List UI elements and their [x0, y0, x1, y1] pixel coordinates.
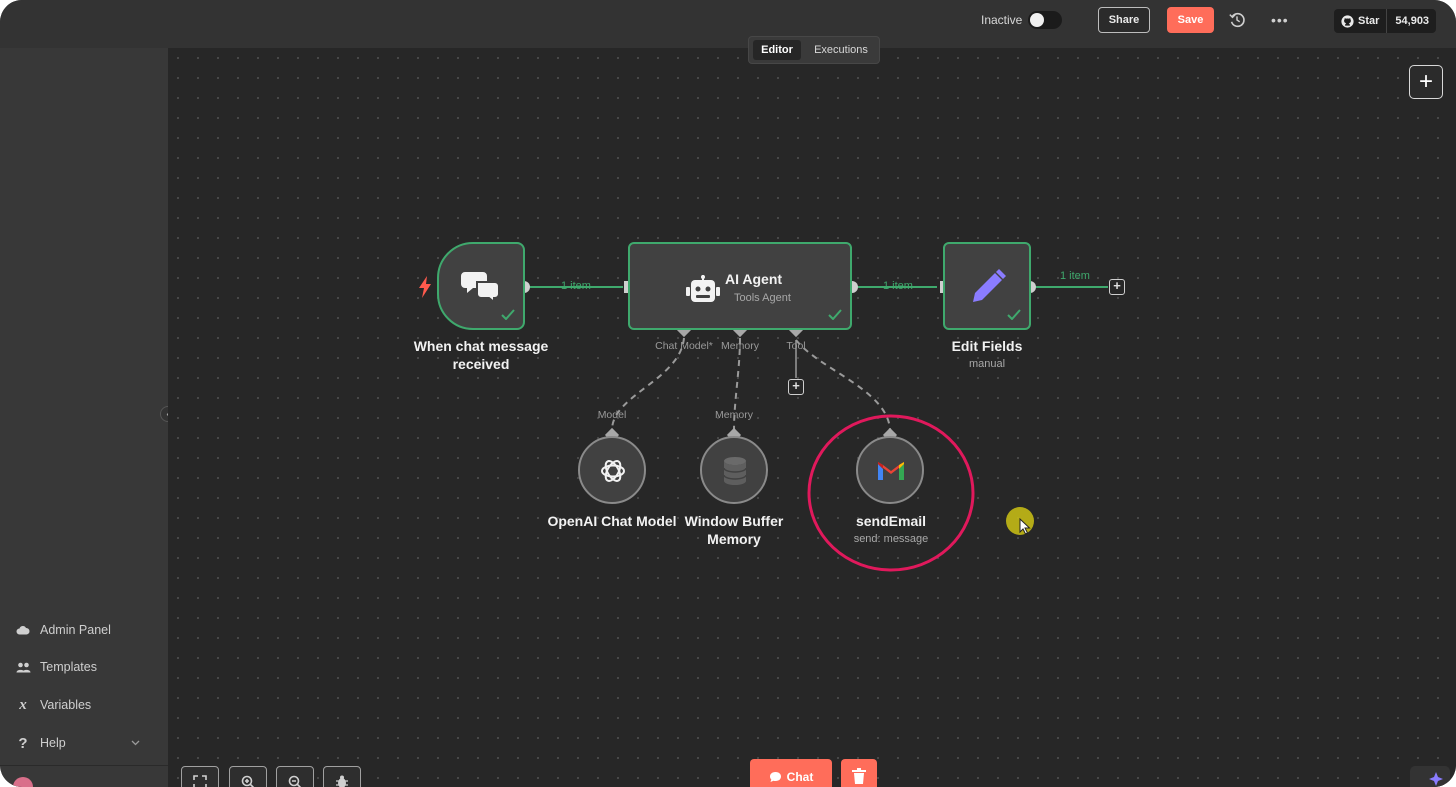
trash-icon [852, 768, 866, 784]
edge-label: 1 item [883, 280, 913, 292]
node-window-buffer-memory[interactable] [700, 436, 768, 504]
robot-icon [686, 275, 720, 302]
node-label: When chat message received [413, 338, 549, 372]
chat-bubbles-icon [461, 272, 500, 302]
openai-icon [601, 460, 625, 482]
node-label: Window Buffer Memory [684, 513, 784, 547]
chat-icon [769, 772, 781, 782]
connections-layer [518, 281, 1108, 572]
add-tool-button[interactable]: + [788, 379, 804, 395]
sparkle-icon[interactable] [1410, 766, 1450, 787]
bug-icon [336, 775, 348, 787]
success-check-icon [501, 309, 515, 320]
node-ai-agent[interactable]: AI Agent Tools Agent [628, 242, 852, 330]
node-subtitle: manual [968, 358, 1006, 370]
node-edit-fields[interactable] [943, 242, 1031, 330]
chat-button-label: Chat [786, 770, 814, 784]
edge-label: 1 item [1060, 270, 1090, 282]
trigger-bolt-icon [419, 276, 431, 298]
node-label: OpenAI Chat Model [547, 513, 677, 529]
node-subtitle: send: message [853, 533, 929, 545]
success-check-icon [1007, 309, 1021, 320]
fit-view-icon [193, 775, 207, 787]
node-title: AI Agent [725, 271, 783, 287]
sub-input-label-model: Model [597, 409, 627, 421]
add-next-node-button[interactable]: + [1109, 279, 1125, 295]
node-openai-chat-model[interactable] [578, 436, 646, 504]
zoom-in-button[interactable] [229, 766, 267, 787]
node-chat-trigger[interactable] [437, 242, 525, 330]
success-check-icon [828, 309, 842, 320]
zoom-out-icon [288, 775, 302, 787]
database-icon [723, 457, 747, 485]
delete-button[interactable] [841, 759, 877, 787]
mouse-cursor-icon [1019, 518, 1031, 535]
fit-view-button[interactable] [181, 766, 219, 787]
node-label: Edit Fields [951, 338, 1023, 354]
node-subtitle: Tools Agent [734, 292, 791, 304]
input-label-tool: Tool [786, 340, 806, 352]
edge-label: 1 item [561, 280, 591, 292]
chat-button[interactable]: Chat [750, 759, 832, 787]
zoom-out-button[interactable] [276, 766, 314, 787]
sub-input-label-memory: Memory [715, 409, 753, 421]
gmail-icon [878, 462, 904, 480]
node-send-email[interactable] [856, 436, 924, 504]
node-label: sendEmail [855, 513, 927, 529]
debug-button[interactable] [323, 766, 361, 787]
app-window: Inactive Share Save ••• Star 54,903 Admi… [0, 0, 1456, 787]
zoom-in-icon [241, 775, 255, 787]
pencil-icon [973, 269, 1006, 302]
input-label-memory: Memory [721, 340, 759, 352]
